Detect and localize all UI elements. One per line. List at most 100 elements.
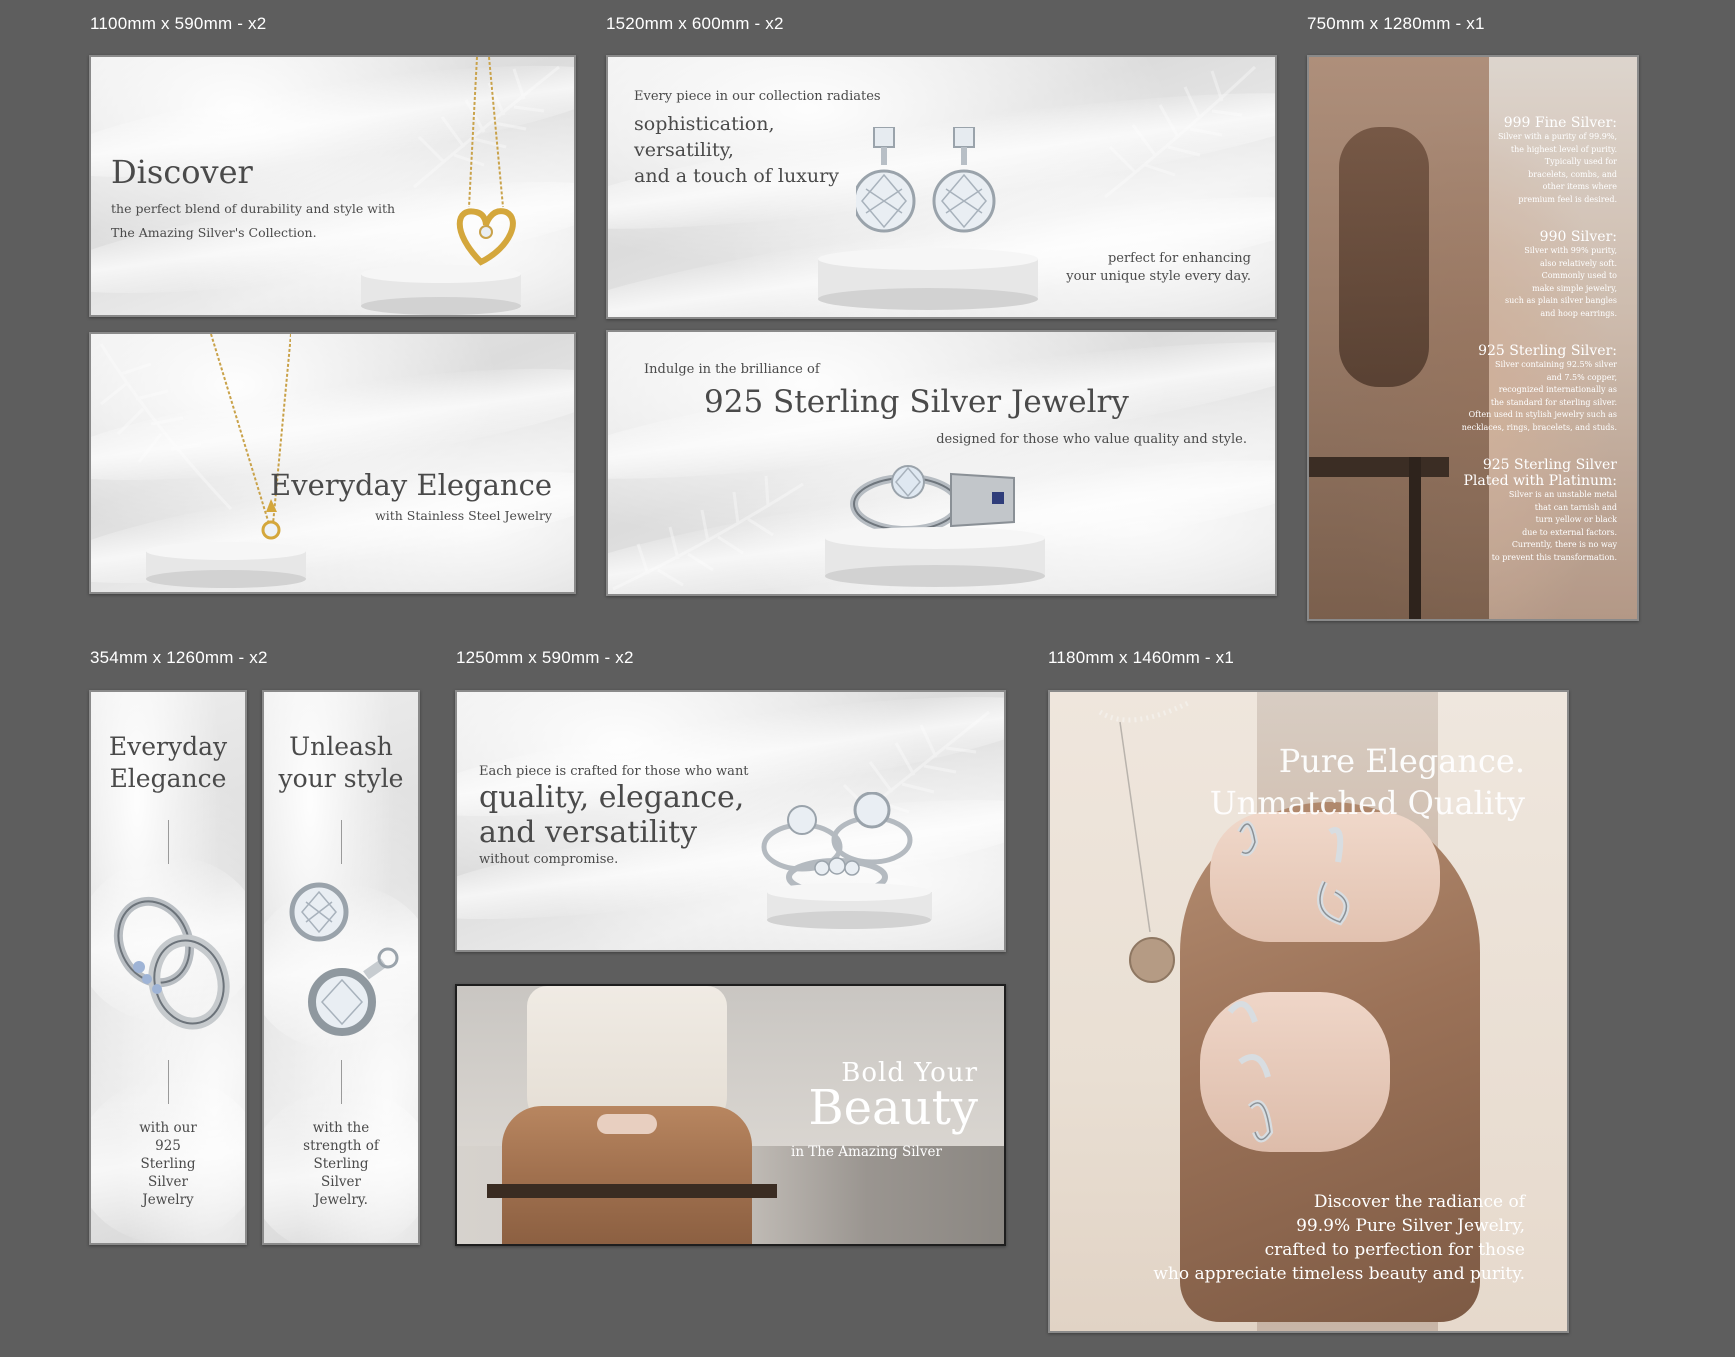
silver-type-925-line: necklaces, rings, bracelets, and studs. <box>1461 422 1617 432</box>
pure-bottom-4: who appreciate timeless beauty and purit… <box>1153 1264 1525 1284</box>
size-label-354x1260: 354mm x 1260mm - x2 <box>90 648 268 667</box>
silver-type-925-platinum-line: Currently, there is no way <box>1511 540 1617 549</box>
silver-type-999-title: 999 Fine Silver: <box>1503 115 1617 131</box>
silver-stud-earrings-icon <box>289 882 399 1036</box>
silver-type-925-platinum-title-2: Plated with Platinum: <box>1463 473 1618 489</box>
silver-type-990-title: 990 Silver: <box>1539 229 1617 245</box>
banner-everyday-elegance: Everyday Elegance with Stainless Steel J… <box>89 332 576 594</box>
sterling-sub: designed for those who value quality and… <box>936 432 1247 447</box>
silver-type-990-line: such as plain silver bangles <box>1505 296 1617 305</box>
size-label-1520x600: 1520mm x 600mm - x2 <box>606 14 784 33</box>
quality-line-1: quality, elegance, <box>479 780 745 815</box>
banner-bold-your-beauty: Bold Your Beauty in The Amazing Silver <box>455 984 1006 1246</box>
everyday-elegance-sub: with Stainless Steel Jewelry <box>375 508 552 523</box>
vertical-ee-bottom-3: Sterling <box>140 1156 196 1172</box>
silver-type-990-line: Silver with 99% purity, <box>1524 246 1617 255</box>
silver-type-925-platinum-line: due to external factors. <box>1522 527 1617 537</box>
podium <box>825 527 1045 587</box>
silver-type-999-line: Silver with a purity of 99.9%, <box>1497 132 1617 141</box>
divider-line <box>168 820 169 864</box>
poster-pure-elegance: Pure Elegance. Unmatched Quality Discove… <box>1048 690 1569 1333</box>
photo-chair-leg <box>1409 457 1421 619</box>
vertical-us-title-1: Unleash <box>289 732 393 761</box>
banner-sophistication-earrings: Every piece in our collection radiates s… <box>606 55 1277 319</box>
vertical-ee-bottom-4: Silver <box>148 1174 188 1190</box>
podium <box>361 265 521 315</box>
silver-type-925-line: and 7.5% copper, <box>1546 372 1617 382</box>
quality-line-2: and versatility <box>479 815 698 850</box>
discover-line-2: The Amazing Silver's Collection. <box>111 225 317 240</box>
silver-couple-rings-icon <box>113 896 230 1030</box>
earrings-line-1: sophistication, <box>634 113 775 135</box>
vertical-ee-bottom-5: Jewelry <box>142 1192 194 1208</box>
silver-type-925-line: Often used in stylish jewelry such as <box>1468 410 1617 419</box>
silver-type-925-title: 925 Sterling Silver: <box>1478 343 1617 359</box>
gold-pendant-necklace-icon <box>210 334 291 540</box>
size-label-750x1280: 750mm x 1280mm - x1 <box>1307 14 1485 33</box>
vertical-us-bottom-1: with the <box>312 1120 370 1136</box>
fern-leaf-decoration <box>1104 65 1257 199</box>
poster-silver-types: 999 Fine Silver: Silver with a purity of… <box>1307 55 1639 621</box>
pure-bottom-1: Discover the radiance of <box>1313 1192 1525 1212</box>
silver-rings-on-hands-icon <box>1227 821 1350 1143</box>
silver-type-925-platinum-line: that can tarnish and <box>1534 502 1617 512</box>
silver-type-925-line: Silver containing 92.5% silver <box>1495 360 1617 369</box>
vertical-ee-title-2: Elegance <box>109 764 227 793</box>
discover-title: Discover <box>111 153 253 191</box>
size-label-1100x590: 1100mm x 590mm - x2 <box>90 14 267 33</box>
podium <box>767 883 932 929</box>
vertical-us-bottom-2: strength of <box>303 1138 379 1154</box>
vertical-ee-bottom-1: with our <box>139 1120 197 1136</box>
divider-line <box>341 820 342 864</box>
size-label-1250x590: 1250mm x 590mm - x2 <box>456 648 634 667</box>
earrings-line-3: and a touch of luxury <box>634 165 839 187</box>
silver-type-925-platinum-title-1: 925 Sterling Silver <box>1482 457 1617 473</box>
pure-bottom-2: 99.9% Pure Silver Jewelry, <box>1296 1216 1525 1236</box>
silver-type-999-line: the highest level of purity. <box>1510 144 1617 154</box>
quality-line-3: without compromise. <box>479 852 619 867</box>
pure-bottom-3: crafted to perfection for those <box>1264 1240 1525 1260</box>
banner-925-sterling-silver: Indulge in the brilliance of 925 Sterlin… <box>606 330 1277 596</box>
vertical-us-bottom-3: Sterling <box>313 1156 369 1172</box>
photo-hands <box>597 1114 657 1134</box>
earrings-intro: Every piece in our collection radiates <box>634 89 881 104</box>
pure-title-1: Pure Elegance. <box>1278 742 1525 780</box>
earrings-line-2: versatility, <box>634 139 734 161</box>
podium <box>818 248 1038 310</box>
podium <box>146 542 306 588</box>
silver-type-990-line: and hoop earrings. <box>1540 308 1617 318</box>
diamond-drop-earrings-icon <box>856 127 996 233</box>
silver-type-999-line: Typically used for <box>1544 157 1617 166</box>
photo-chair-seat <box>487 1184 777 1198</box>
bold-line-2: Beauty <box>808 1080 978 1136</box>
fern-leaf-decoration <box>612 475 804 591</box>
silver-type-925-platinum: 925 Sterling Silver Plated with Platinum… <box>1464 457 1618 564</box>
pearl-necklace-icon <box>1098 699 1192 983</box>
banner-discover: Discover the perfect blend of durability… <box>89 55 576 317</box>
earrings-right-line-1: perfect for enhancing <box>1107 251 1251 266</box>
silver-type-999-line: premium feel is desired. <box>1518 194 1617 204</box>
photo-leg-shadow <box>1339 127 1429 387</box>
everyday-elegance-title: Everyday Elegance <box>270 468 552 502</box>
silver-type-990: 990 Silver: Silver with 99% purity, also… <box>1505 229 1617 320</box>
vertical-banner-everyday-elegance: Everyday Elegance with our 925 Sterling … <box>89 690 247 1245</box>
silver-type-925-platinum-line: Silver is an unstable metal <box>1508 490 1617 499</box>
vertical-us-title-2: your style <box>278 764 404 793</box>
silver-type-925: 925 Sterling Silver: Silver containing 9… <box>1462 343 1617 434</box>
silver-type-925-line: the standard for sterling silver. <box>1490 397 1617 407</box>
silver-type-925-platinum-line: to prevent this transformation. <box>1491 552 1617 562</box>
quality-intro: Each piece is crafted for those who want <box>479 764 749 779</box>
size-label-1180x1460: 1180mm x 1460mm - x1 <box>1048 648 1235 667</box>
vertical-banner-unleash-your-style: Unleash your style with the strength of … <box>262 690 420 1245</box>
vertical-us-bottom-5: Jewelry. <box>314 1192 368 1208</box>
pure-title-2: Unmatched Quality <box>1209 784 1525 822</box>
silver-type-990-line: Commonly used to <box>1541 271 1617 280</box>
banner-quality-elegance: Each piece is crafted for those who want… <box>455 690 1006 952</box>
vertical-us-bottom-4: Silver <box>321 1174 361 1190</box>
gold-heart-necklace-icon <box>456 57 516 266</box>
earrings-right-line-2: your unique style every day. <box>1066 269 1251 284</box>
silver-type-990-line: also relatively soft. <box>1540 258 1617 268</box>
silver-type-925-platinum-line: turn yellow or black <box>1535 515 1617 524</box>
silver-type-999-line: other items where <box>1542 182 1617 191</box>
discover-line-1: the perfect blend of durability and styl… <box>111 201 396 216</box>
